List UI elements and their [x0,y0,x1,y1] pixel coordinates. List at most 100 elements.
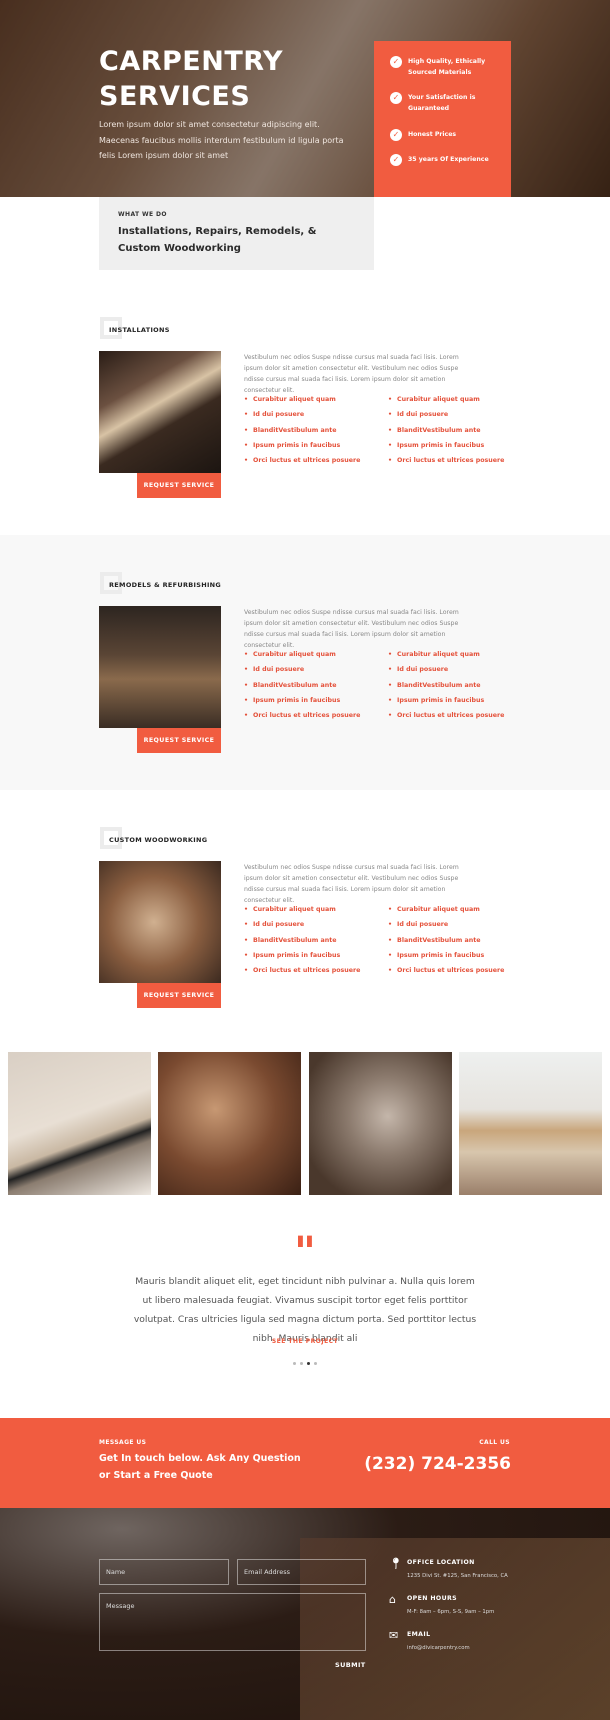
feature-item: ✓ Your Satisfaction is Guaranteed [390,92,505,114]
list-item: Curabitur aliquet quam [388,392,504,407]
list-item: Id dui posuere [388,917,504,932]
contact-section: Name Email Address Message SUBMIT 📍︎ OFFI… [0,1508,610,1720]
service-text: Vestibulum nec odios Suspe ndisse cursus… [244,864,459,904]
list-item: Orci luctus et ultrices posuere [388,963,504,978]
service-title: CUSTOM WOODWORKING [109,836,208,844]
envelope-icon: ✉ [389,1629,399,1642]
check-circle-icon: ✓ [390,56,402,68]
list-item: Ipsum primis in faucibus [388,438,504,453]
title-line: SERVICES [99,81,251,112]
hero-text: Lorem ipsum dolor sit amet consectetur a… [99,120,344,160]
service-title: INSTALLATIONS [109,326,170,334]
list-item: Id dui posuere [244,662,360,677]
feature-label: Your Satisfaction is Guaranteed [408,94,476,112]
list-item: Ipsum primis in faucibus [388,693,504,708]
list-item: BlanditVestibulum ante [244,933,360,948]
list-item: Id dui posuere [244,917,360,932]
service-image [99,861,221,983]
list-item: Ipsum primis in faucibus [244,438,360,453]
hero-title: CARPENTRY SERVICES [99,44,283,114]
features-box: ✓ High Quality, Ethically Sourced Materia… [374,41,511,197]
feature-list: Curabitur aliquet quamId dui posuereBlan… [244,392,360,468]
kicker: CALL US [479,1439,510,1446]
request-service-button[interactable]: REQUEST SERVICE [137,473,221,498]
list-item: Orci luctus et ultrices posuere [244,453,360,468]
feature-list: Curabitur aliquet quamId dui posuereBlan… [388,647,504,723]
info-heading: EMAIL [407,1631,431,1638]
title-line: CARPENTRY [99,46,284,77]
cta-text: Get In touch below. Ask Any Question or … [99,1453,301,1481]
list-item: Orci luctus et ultrices posuere [388,708,504,723]
request-service-button[interactable]: REQUEST SERVICE [137,983,221,1008]
feature-item: ✓ High Quality, Ethically Sourced Materia… [390,56,505,78]
message-textarea[interactable]: Message [99,1593,366,1651]
list-item: BlanditVestibulum ante [388,933,504,948]
request-service-button[interactable]: REQUEST SERVICE [137,728,221,753]
check-circle-icon: ✓ [390,154,402,166]
what-we-do-box: WHAT WE DO Installations, Repairs, Remod… [99,197,374,270]
service-text: Vestibulum nec odios Suspe ndisse cursus… [244,609,459,649]
link-label: SEE THE PROJECT [271,1338,339,1345]
list-item: Id dui posuere [244,407,360,422]
feature-label: Honest Prices [408,131,457,138]
slider-dot[interactable] [293,1362,296,1365]
list-item: Orci luctus et ultrices posuere [244,708,360,723]
feature-list: Curabitur aliquet quamId dui posuereBlan… [388,392,504,468]
list-item: Curabitur aliquet quam [244,647,360,662]
check-circle-icon: ✓ [390,92,402,104]
list-item: BlanditVestibulum ante [244,423,360,438]
list-item: Curabitur aliquet quam [388,902,504,917]
slider-dots [293,1362,317,1365]
service-section: CUSTOM WOODWORKING REQUEST SERVICE Vesti… [0,790,610,1045]
list-item: BlanditVestibulum ante [244,678,360,693]
service-title: REMODELS & REFURBISHING [109,581,222,589]
info-heading: OPEN HOURS [407,1595,458,1602]
feature-item: ✓ 35 years Of Experience [390,154,505,166]
feature-label: 35 years Of Experience [408,156,489,163]
check-circle-icon: ✓ [390,129,402,141]
info-text: 1235 Divi St. #125, San Francisco, CA [407,1573,508,1579]
info-text[interactable]: info@divicarpentry.com [407,1645,470,1651]
section-title: Installations, Repairs, Remodels, & Cust… [118,226,317,254]
slider-dot[interactable] [300,1362,303,1365]
feature-list: Curabitur aliquet quamId dui posuereBlan… [244,647,360,723]
kicker: MESSAGE US [99,1439,147,1446]
list-item: Curabitur aliquet quam [388,647,504,662]
list-item: Id dui posuere [388,662,504,677]
gallery-image-carving[interactable] [158,1052,301,1195]
service-section: REMODELS & REFURBISHING REQUEST SERVICE … [0,535,610,790]
see-project-link[interactable]: SEE THE PROJECT [0,1338,610,1345]
slider-dot-active[interactable] [307,1362,310,1365]
service-text: Vestibulum nec odios Suspe ndisse cursus… [244,354,459,394]
list-item: Ipsum primis in faucibus [244,693,360,708]
service-image [99,351,221,473]
quote-icon: " [294,1227,316,1276]
gallery-image-tabletop[interactable] [8,1052,151,1195]
list-item: Orci luctus et ultrices posuere [388,453,504,468]
gallery-image-chair[interactable] [309,1052,452,1195]
slider-dot[interactable] [314,1362,317,1365]
feature-label: High Quality, Ethically Sourced Material… [408,58,486,76]
info-text: M-F: 8am – 6pm, S-S, 9am – 1pm [407,1609,495,1615]
phone-number[interactable]: (232) 724-2356 [364,1454,511,1474]
name-input[interactable]: Name [99,1559,229,1585]
map-pin-icon: 📍︎ [389,1557,403,1570]
list-item: Curabitur aliquet quam [244,902,360,917]
hero-section [0,0,610,197]
service-image [99,606,221,728]
gallery-image-table[interactable] [459,1052,602,1195]
list-item: Id dui posuere [388,407,504,422]
email-input[interactable]: Email Address [237,1559,366,1585]
list-item: Ipsum primis in faucibus [388,948,504,963]
kicker: WHAT WE DO [118,211,167,218]
list-item: Ipsum primis in faucibus [244,948,360,963]
list-item: Curabitur aliquet quam [244,392,360,407]
list-item: BlanditVestibulum ante [388,423,504,438]
submit-button[interactable]: SUBMIT [335,1661,366,1669]
info-heading: OFFICE LOCATION [407,1559,475,1566]
list-item: Orci luctus et ultrices posuere [244,963,360,978]
feature-item: ✓ Honest Prices [390,129,505,141]
testimonial-text: Mauris blandit aliquet elit, eget tincid… [133,1276,477,1344]
home-icon: ⌂ [389,1593,396,1606]
service-section: INSTALLATIONS REQUEST SERVICE Vestibulum… [0,280,610,535]
